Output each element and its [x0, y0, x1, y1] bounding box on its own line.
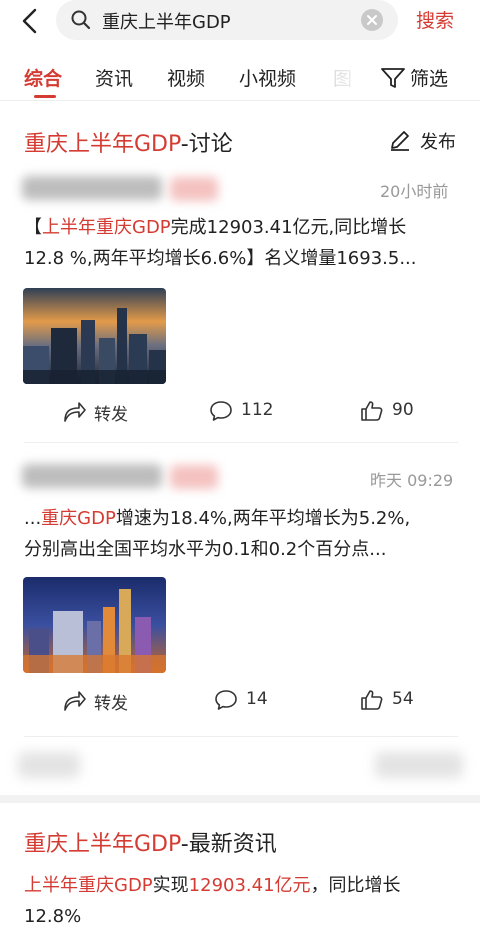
search-button[interactable]: 搜索 — [416, 6, 454, 33]
tab-video[interactable]: 视频 — [167, 64, 205, 91]
comment-icon — [210, 401, 232, 421]
blurred-user-badge — [170, 177, 218, 201]
thumbs-up-icon — [361, 401, 383, 421]
filter-icon — [381, 68, 405, 88]
text-body-line2: 12.8 %,两年平均增长6.6%】名义增量1693.5... — [24, 248, 417, 269]
repost-label: 转发 — [94, 694, 128, 714]
section-separator — [0, 795, 480, 803]
post-divider — [24, 442, 458, 443]
news-text: ，同比增长 — [310, 875, 401, 896]
discussion-title-keyword: 重庆上半年GDP — [24, 132, 181, 157]
tabs-divider — [0, 100, 480, 101]
blurred-more-link[interactable] — [18, 752, 80, 778]
back-arrow-icon[interactable] — [18, 8, 42, 34]
post-text[interactable]: 【上半年重庆GDP完成12903.41亿元,同比增长 12.8 %,两年平均增长… — [24, 212, 464, 274]
post-image-city-night[interactable] — [23, 577, 166, 673]
text-body-line2: 分别高出全国平均水平为0.1和0.2个百分点... — [24, 539, 387, 560]
active-tab-indicator — [34, 95, 56, 98]
news-text: 实现 — [152, 875, 189, 896]
tab-all[interactable]: 综合 — [24, 64, 62, 91]
tabs-fade-overlay — [328, 54, 388, 100]
text-ellipsis: ... — [24, 508, 42, 529]
pen-icon — [391, 131, 409, 151]
publish-label: 发布 — [420, 132, 456, 153]
news-keyword: 上半年重庆GDP — [24, 875, 153, 896]
comment-icon — [215, 690, 237, 710]
share-arrow-icon — [64, 691, 86, 711]
news-text-line2: 12.8% — [24, 906, 82, 927]
post-text[interactable]: ...重庆GDP增速为18.4%,两年平均增长为5.2%, 分别高出全国平均水平… — [24, 503, 464, 565]
news-snippet[interactable]: 上半年重庆GDP实现12903.41亿元，同比增长 12.8% — [24, 870, 464, 932]
blurred-username — [22, 464, 162, 488]
text-keyword: 重庆GDP — [41, 508, 116, 529]
text-bracket: 【 — [24, 217, 42, 238]
category-tabs: 综合 资讯 视频 小视频 图 筛选 — [0, 54, 480, 100]
comment-count: 14 — [246, 689, 268, 709]
comment-count: 112 — [241, 400, 274, 420]
search-box[interactable]: 重庆上半年GDP — [56, 0, 398, 40]
thumbs-up-icon — [361, 690, 383, 710]
clear-icon[interactable] — [360, 8, 384, 32]
like-count: 54 — [392, 689, 414, 709]
tab-short-video[interactable]: 小视频 — [239, 64, 296, 91]
blurred-more-link[interactable] — [375, 752, 463, 778]
blurred-username — [22, 176, 162, 200]
text-body: 增速为18.4%,两年平均增长为5.2%, — [115, 508, 411, 529]
post-time: 昨天 09:29 — [370, 471, 454, 490]
top-bar: 重庆上半年GDP 搜索 — [0, 0, 480, 44]
tab-news[interactable]: 资讯 — [95, 64, 133, 91]
blurred-user-badge — [170, 465, 218, 489]
filter-label: 筛选 — [410, 68, 449, 90]
news-title-keyword: 重庆上半年GDP — [24, 832, 181, 857]
text-body: 完成12903.41亿元,同比增长 — [170, 217, 407, 238]
share-arrow-icon — [64, 402, 86, 422]
discussion-section-title[interactable]: 重庆上半年GDP-讨论 — [24, 126, 233, 158]
search-icon — [70, 9, 92, 31]
news-title-suffix: -最新资讯 — [180, 832, 277, 857]
post-divider — [24, 736, 458, 737]
discussion-title-suffix: -讨论 — [180, 132, 233, 157]
like-count: 90 — [392, 400, 414, 420]
text-keyword: 上半年重庆GDP — [42, 217, 171, 238]
post-image-city-sunset[interactable] — [23, 288, 166, 384]
repost-label: 转发 — [94, 405, 128, 425]
post-actions: 转发 14 54 — [0, 687, 480, 717]
search-input[interactable]: 重庆上半年GDP — [102, 8, 231, 34]
news-section-title[interactable]: 重庆上半年GDP-最新资讯 — [24, 826, 277, 858]
post-actions: 转发 112 90 — [0, 398, 480, 428]
post-time: 20小时前 — [380, 182, 449, 201]
news-highlight-value: 12903.41亿元 — [188, 875, 311, 896]
